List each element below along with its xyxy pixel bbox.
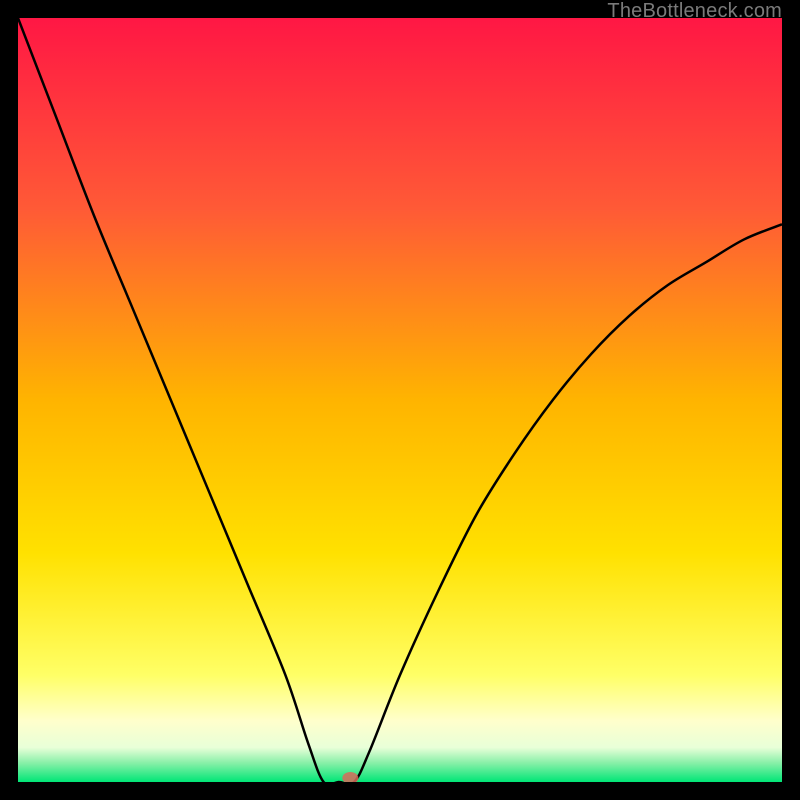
watermark-text: TheBottleneck.com <box>607 0 782 23</box>
chart-background <box>18 18 782 782</box>
bottleneck-chart <box>18 18 782 782</box>
chart-frame <box>18 18 782 782</box>
